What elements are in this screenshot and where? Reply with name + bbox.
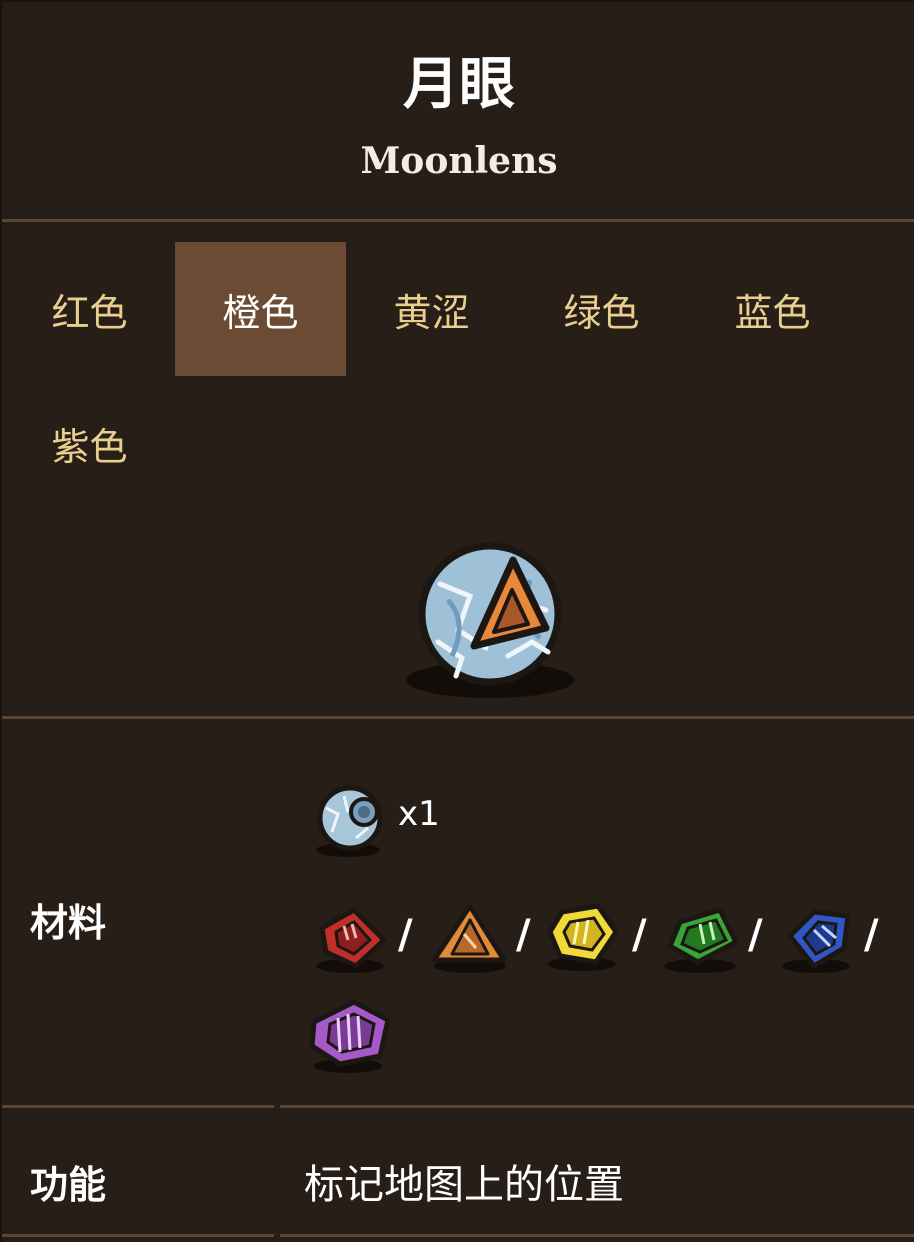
blue-gem-icon (782, 909, 851, 973)
divider-function-right (280, 1234, 914, 1237)
tab-label: 紫色 (51, 424, 128, 469)
divider-materials-left (2, 1105, 274, 1108)
divider-hero (2, 716, 914, 719)
separator: / (748, 912, 763, 958)
divider-function-left (2, 1234, 274, 1237)
divider-header (2, 219, 914, 222)
moon-lens-orange-icon (406, 542, 574, 698)
function-label: 功能 (30, 1163, 107, 1207)
tab-label: 橙色 (222, 290, 299, 335)
separator: / (864, 912, 879, 958)
red-gem-icon (316, 907, 387, 973)
item-title: 月眼 (403, 52, 515, 117)
orange-gem-icon (431, 903, 507, 973)
green-gem-icon (664, 907, 739, 973)
materials-label: 材料 (30, 901, 107, 945)
tab-label: 红色 (51, 290, 128, 335)
tab-purple[interactable]: 紫色 (4, 376, 175, 510)
tab-orange[interactable]: 橙色 (175, 242, 346, 376)
yellow-gem-icon (547, 903, 619, 971)
tab-red[interactable]: 红色 (4, 242, 175, 376)
tab-green[interactable]: 绿色 (516, 242, 687, 376)
divider-materials-right (280, 1105, 914, 1108)
tab-yellow[interactable]: 黄涩 (346, 242, 517, 376)
function-value: 标记地图上的位置 (304, 1162, 624, 1208)
tab-label: 绿色 (563, 290, 640, 335)
moon-rock-icon (316, 785, 383, 857)
tab-label: 蓝色 (734, 290, 811, 335)
tab-label: 黄涩 (393, 290, 470, 335)
tab-blue[interactable]: 蓝色 (687, 242, 858, 376)
separator: / (632, 912, 647, 958)
item-card: 月眼 Moonlens 红色 橙色 黄涩 绿色 蓝色 紫色 材料 x1 / / … (0, 0, 914, 1242)
moon-rock-quantity: x1 (398, 794, 440, 834)
separator: / (398, 912, 413, 958)
item-subtitle: Moonlens (360, 140, 558, 182)
purple-gem-icon (309, 999, 390, 1073)
separator: / (516, 912, 531, 958)
